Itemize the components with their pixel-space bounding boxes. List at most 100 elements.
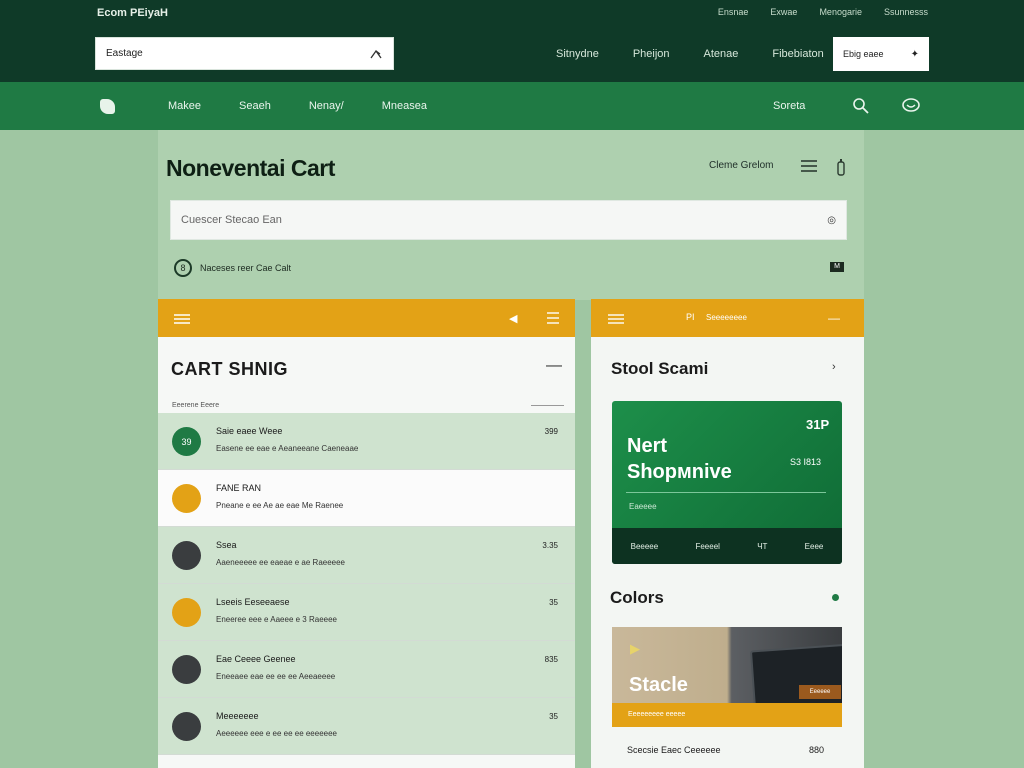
- cart-items-list: 39 Saie eaee Weee Easene ee eae e Aeaneean…: [158, 413, 575, 755]
- nav-item[interactable]: Mneasea: [382, 100, 427, 112]
- item-description: Aeeeeee eee e ee ee ee eeeeeee: [216, 729, 338, 738]
- star-icon: ✦: [910, 48, 919, 60]
- cart-card-subhead: Eeerene Eeere: [172, 402, 220, 409]
- menu-icon[interactable]: [800, 158, 818, 174]
- cart-card-title: CART SHNIG: [171, 359, 288, 379]
- cart-item-row[interactable]: Eae Ceeee Geenee Eneeaee eae ee ee ee Aee…: [158, 641, 575, 698]
- top-nav: Sitnydne Pheijon Atenae Fibebiaton: [556, 48, 824, 60]
- nav-item[interactable]: Seaeh: [239, 100, 271, 112]
- product-card[interactable]: ▶ Stacle Eeeeee Eeeeeeeee eeeee: [612, 627, 842, 727]
- item-thumbnail-icon: 39: [172, 427, 201, 456]
- item-price: 835: [544, 655, 558, 664]
- chat-icon[interactable]: [901, 97, 921, 113]
- side-bottom-value: 880: [809, 745, 825, 755]
- promo-number: 31P: [806, 417, 830, 432]
- chevron-right-icon[interactable]: ›: [832, 361, 836, 373]
- nav-item[interactable]: Makee: [168, 100, 201, 112]
- header-action-label[interactable]: Cleme Grelom: [709, 160, 773, 171]
- promo-title-line2: Shopмnive: [627, 461, 732, 483]
- top-nav-item[interactable]: Fibebiaton: [772, 48, 823, 60]
- item-name: Eae Ceeee Geenee: [216, 654, 296, 664]
- top-link[interactable]: Ensnae: [718, 7, 749, 17]
- collapse-icon[interactable]: —: [546, 357, 562, 375]
- item-price: 35: [549, 598, 558, 607]
- side-header-label-secondary: Seeeeeeee: [706, 313, 747, 322]
- nav-right-label[interactable]: Soreta: [773, 100, 805, 112]
- minimize-icon[interactable]: —: [828, 311, 840, 325]
- top-nav-item[interactable]: Pheijon: [633, 48, 670, 60]
- mail-icon[interactable]: M: [830, 262, 844, 272]
- item-name: Meeeeeee: [216, 711, 259, 721]
- arrow-left-icon[interactable]: ◀: [509, 312, 517, 325]
- side-card-header: PI Seeeeeeee —: [591, 299, 864, 337]
- color-swatch-dot[interactable]: [832, 594, 839, 601]
- cart-item-row[interactable]: Lseeis Eeseeaese Eneeree eee e Aaeee e 3 …: [158, 584, 575, 641]
- item-price: 35: [549, 712, 558, 721]
- promo-banner[interactable]: 31P Nert Shopмnive S3 I813 Eaeeee Beeeee…: [612, 401, 842, 564]
- promo-divider: [626, 492, 826, 493]
- item-name: Ssea: [216, 540, 237, 550]
- nav-items: Makee Seaeh Nenay/ Mneasea: [168, 100, 427, 112]
- item-thumbnail-icon: [172, 541, 201, 570]
- list-icon[interactable]: [174, 313, 190, 325]
- product-tag: Eeeeee: [799, 685, 841, 699]
- nav-item[interactable]: Nenay/: [309, 100, 344, 112]
- top-nav-item[interactable]: Sitnydne: [556, 48, 599, 60]
- promo-footer-item[interactable]: Feeeel: [695, 542, 719, 551]
- cart-item-row[interactable]: FANE RAN Pneane e ee Ae ae eae Me Raenee: [158, 470, 575, 527]
- item-description: Eneeree eee e Aaeee e 3 Raeeee: [216, 615, 337, 624]
- promo-footer: Beeeee Feeeel ЧТ Eeee: [612, 528, 842, 564]
- colors-section-title: Colors: [610, 588, 664, 607]
- search-small-icon[interactable]: ◎: [827, 215, 836, 226]
- shop-side-card: PI Seeeeeeee — Stool Scami › 31P Nert Sh…: [591, 299, 864, 768]
- divider: [531, 405, 564, 406]
- notice-text: Naceses reer Cae Calt: [200, 263, 292, 273]
- side-bottom-label: Scecsie Eaec Ceeeeee: [627, 745, 721, 755]
- item-name: Saie eaee Weee: [216, 426, 283, 436]
- notice-badge: 8: [174, 259, 192, 277]
- item-price: 3.35: [542, 541, 558, 550]
- leaf-logo-icon[interactable]: [100, 99, 115, 114]
- item-thumbnail-icon: [172, 484, 201, 513]
- product-name: Stacle: [629, 674, 688, 696]
- search-arrow-icon[interactable]: [369, 48, 383, 60]
- cart-card-header: ◀: [158, 299, 575, 337]
- promo-footer-item[interactable]: Eeee: [805, 542, 824, 551]
- promo-footer-item[interactable]: ЧТ: [757, 542, 767, 551]
- top-nav-item[interactable]: Atenae: [704, 48, 739, 60]
- cart-search-input[interactable]: Cuescer Stecao Ean ◎: [170, 200, 847, 240]
- cart-overview-panel: Noneventai Cart Cleme Grelom Cuescer Ste…: [158, 130, 864, 300]
- account-box-label: Ebig eaee: [843, 49, 884, 59]
- cart-items-card: ◀ CART SHNIG — Eeerene Eeere 39 Saie eaee…: [158, 299, 575, 768]
- promo-title-line1: Nert: [627, 435, 668, 457]
- item-name: FANE RAN: [216, 483, 262, 493]
- brand-logo-text[interactable]: Ecom PEiyaH: [97, 7, 168, 19]
- item-description: Pneane e ee Ae ae eae Me Raenee: [216, 501, 344, 510]
- promo-footer-item[interactable]: Beeeee: [631, 542, 659, 551]
- item-description: Easene ee eae e Aeaneeane Caeneaae: [216, 444, 359, 453]
- item-description: Aaeneeeee ee eaeae e ae Raeeeee: [216, 558, 346, 567]
- menu-icon[interactable]: [547, 311, 559, 325]
- top-link[interactable]: Menogarie: [819, 7, 862, 17]
- cart-item-row[interactable]: 39 Saie eaee Weee Easene ee eae e Aeaneean…: [158, 413, 575, 470]
- side-card-title: Stool Scami: [611, 359, 709, 378]
- item-thumbnail-icon: [172, 598, 201, 627]
- promo-price: S3 I813: [790, 457, 822, 467]
- list-icon[interactable]: [608, 313, 624, 324]
- play-icon[interactable]: ▶: [630, 641, 640, 657]
- search-icon[interactable]: [852, 97, 870, 115]
- top-link[interactable]: Ssunnesss: [884, 7, 928, 17]
- top-header: Ecom PEiyaH Ensnae Exwae Menogarie Ssunn…: [0, 0, 1024, 82]
- cart-item-row[interactable]: Meeeeeee Aeeeeee eee e ee ee ee eeeeeee 35: [158, 698, 575, 755]
- item-price: 399: [544, 427, 558, 436]
- page-title: Noneventai Cart: [166, 155, 335, 181]
- bottle-icon[interactable]: [837, 158, 845, 176]
- top-search-input[interactable]: Eastage: [95, 37, 394, 70]
- main-nav-bar: Makee Seaeh Nenay/ Mneasea Soreta: [0, 82, 1024, 130]
- top-link[interactable]: Exwae: [770, 7, 797, 17]
- product-band: Eeeeeeeee eeeee: [612, 703, 842, 727]
- account-box[interactable]: Ebig eaee ✦: [833, 37, 929, 71]
- top-search-value: Eastage: [106, 48, 143, 59]
- item-description: Eneeaee eae ee ee ee Aeeaeeee: [216, 672, 336, 681]
- cart-item-row[interactable]: Ssea Aaeneeeee ee eaeae e ae Raeeeee 3.35: [158, 527, 575, 584]
